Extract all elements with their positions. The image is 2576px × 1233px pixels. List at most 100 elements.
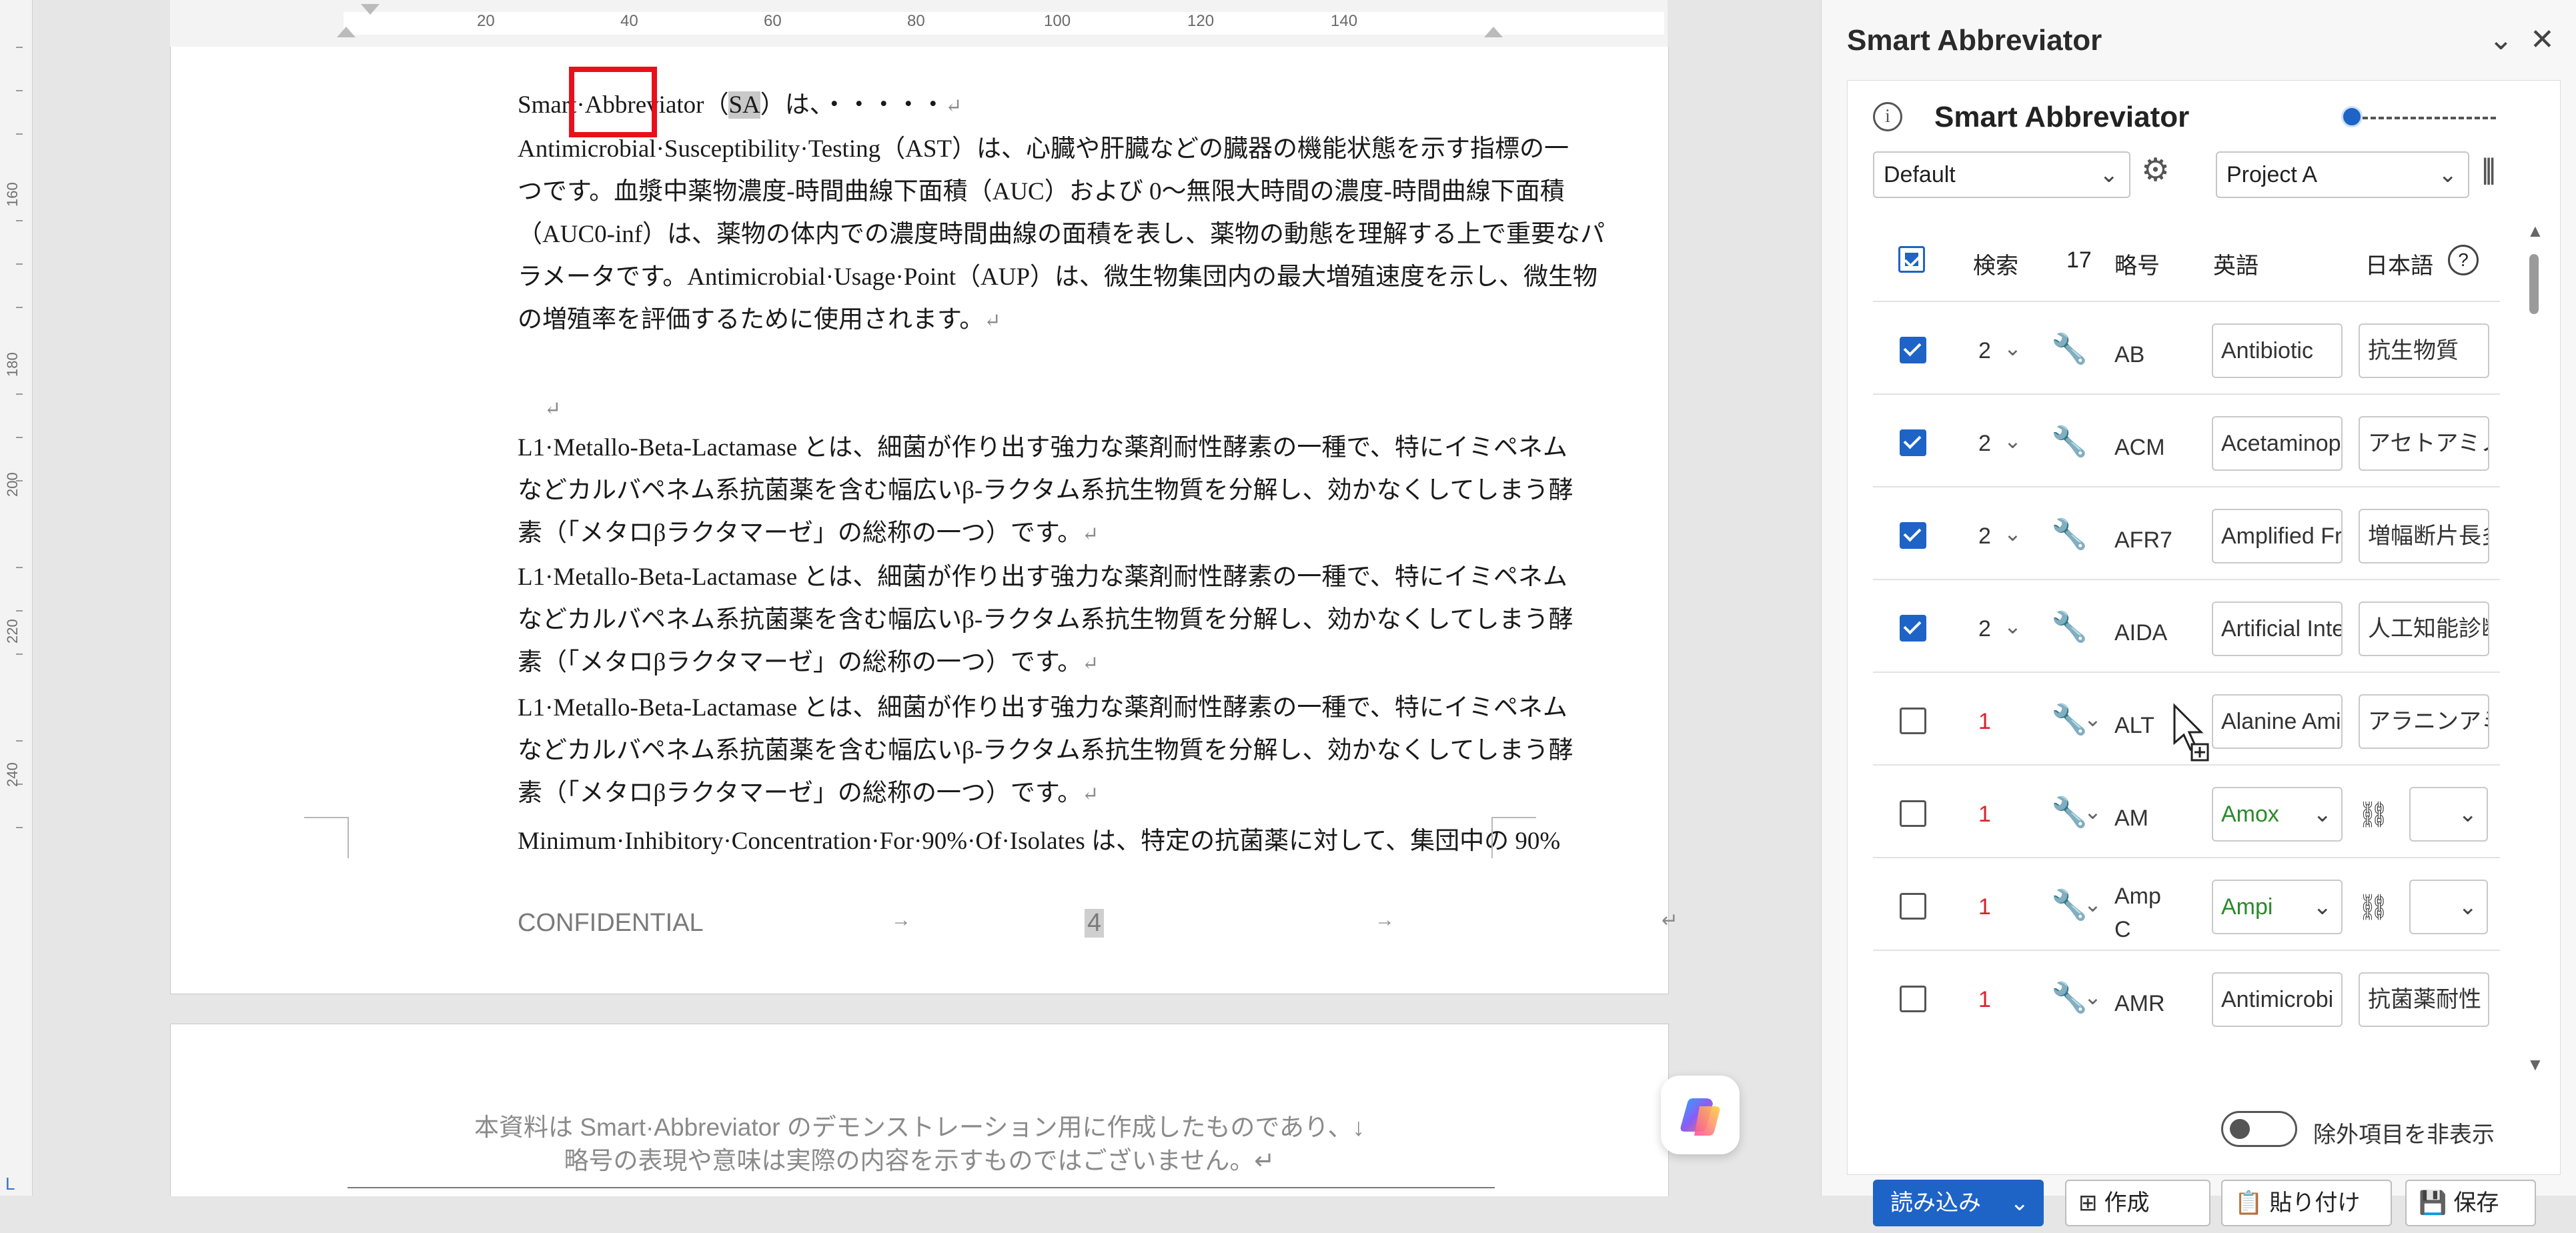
level-slider[interactable] [2341,106,2496,127]
save-button[interactable]: 💾 保存 [2405,1180,2536,1226]
wrench-icon[interactable]: 🔧 [2051,702,2088,737]
chevron-down-icon[interactable]: ⌄ [2010,1181,2030,1225]
profile-dropdown[interactable]: Default ⌄ [1873,151,2130,198]
header-abbr[interactable]: 略号 [2114,247,2160,280]
gear-icon[interactable]: ⚙ [2141,151,2170,189]
help-icon[interactable]: ? [2448,245,2479,275]
table-row[interactable]: 2 ⌄ 🔧 AIDA Artificial Inte 人工知能診断 [1873,579,2500,673]
english-input[interactable]: Antibiotic [2212,323,2343,378]
smart-abbreviator-panel[interactable]: Smart Abbreviator ⌄ ✕ i Smart Abbreviato… [1821,0,2576,1226]
header-search[interactable]: 検索 [1973,247,2018,280]
chevron-down-icon[interactable]: ⌄ [2084,984,2102,1010]
paragraph-l1[interactable]: L1·Metallo-Beta-Lactamase とは、細菌が作り出す強力な薬… [518,687,1665,815]
table-row[interactable]: 1 🔧 ⌄ Amp C Ampi ⌄ ⛓ ⌄ [1873,857,2500,951]
english-select[interactable]: Ampi ⌄ [2212,880,2343,934]
header-japanese[interactable]: 日本語 [2365,247,2433,280]
chevron-down-icon[interactable]: ⌄ [2004,613,2022,639]
document-page-2[interactable]: 本資料は Smart·Abbreviator のデモンストレーション用に作成した… [170,1024,1669,1196]
japanese-input[interactable]: 抗生物質 [2359,323,2489,378]
paragraph-ast[interactable]: Antimicrobial·Susceptibility·Testing（AST… [518,128,1665,341]
table-header: 検索 17 略号 英語 日本語 ? [1873,221,2500,301]
paragraph-l1[interactable]: L1·Metallo-Beta-Lactamase とは、細菌が作り出す強力な薬… [518,427,1665,555]
select-all-checkbox[interactable] [1898,246,1925,273]
blank-line[interactable]: ↵ [544,387,1692,431]
panel-title: Smart Abbreviator [1847,24,2102,57]
slider-knob[interactable] [2341,106,2363,127]
chevron-down-icon[interactable]: ⌄ [2084,706,2102,732]
page2-notice[interactable]: 本資料は Smart·Abbreviator のデモンストレーション用に作成した… [171,1111,1668,1178]
japanese-input[interactable]: アラニンアミ [2359,694,2489,749]
chevron-down-icon[interactable]: ⌄ [2084,892,2102,917]
row-checkbox[interactable] [1900,708,1926,734]
english-input[interactable]: Artificial Inte [2212,601,2343,656]
vertical-ruler[interactable]: 160 180 200 220 240 L [0,0,33,1196]
hruler-number: 40 [620,12,638,30]
row-checkbox[interactable] [1900,337,1926,363]
row-checkbox[interactable] [1900,615,1926,642]
paragraph-mark: ↵ [544,398,562,420]
tab-stop-marker[interactable]: L [5,1174,15,1194]
doc-line: などカルバペネム系抗菌薬を含む幅広いβ-ラクタム系抗生物質を分解し、効かなくして… [518,606,1573,634]
table-row[interactable]: 1 🔧 ⌄ AM Amox ⌄ ⛓ ⌄ [1873,764,2500,858]
wrench-icon[interactable]: 🔧 [2051,795,2088,830]
japanese-input[interactable]: アセトアミノ [2359,416,2489,471]
load-button[interactable]: 読み込み ⌄ [1873,1180,2044,1226]
paragraph-mark: ↵ [1082,523,1099,545]
english-input[interactable]: Alanine Ami [2212,694,2343,749]
first-line-indent-marker[interactable] [361,4,380,15]
paste-button[interactable]: 📋 貼り付け [2221,1180,2392,1226]
columns-icon[interactable]: ||| [2481,153,2496,186]
english-input[interactable]: Antimicrobi [2212,972,2343,1027]
row-checkbox[interactable] [1900,429,1926,456]
wrench-icon[interactable]: 🔧 [2051,888,2088,922]
wrench-icon[interactable]: 🔧 [2051,331,2088,366]
document-page[interactable]: Smart·Abbreviator（SA）は、・・・・・↵ Antimicrob… [170,47,1678,994]
wrench-icon[interactable]: 🔧 [2051,517,2088,551]
left-indent-marker[interactable] [337,27,356,37]
chevron-down-icon[interactable]: ⌄ [2489,23,2513,57]
scroll-down-icon[interactable]: ▼ [2527,1054,2544,1075]
create-button[interactable]: ⊞ 作成 [2065,1180,2210,1226]
english-select[interactable]: Amox ⌄ [2212,787,2343,842]
row-checkbox[interactable] [1900,800,1926,827]
copilot-button[interactable] [1661,1076,1740,1154]
info-icon[interactable]: i [1873,102,1902,131]
scrollbar-thumb[interactable] [2529,254,2539,314]
table-row[interactable]: 2 ⌄ 🔧 AB Antibiotic 抗生物質 [1873,301,2500,395]
close-icon[interactable]: ✕ [2530,23,2555,57]
selected-abbreviation[interactable]: SA [728,91,760,119]
chevron-down-icon[interactable]: ⌄ [2004,335,2022,361]
scroll-up-icon[interactable]: ▲ [2527,221,2544,241]
table-scrollbar[interactable]: ▲ ▼ [2527,221,2544,1074]
header-english[interactable]: 英語 [2213,247,2259,280]
japanese-input[interactable]: 人工知能診断 [2359,601,2489,656]
inner-title: Smart Abbreviator [1934,101,2190,133]
link-icon[interactable]: ⛓ [2357,800,2389,830]
doc-line-sa[interactable]: Smart·Abbreviator（SA）は、・・・・・↵ [518,84,1665,128]
english-input[interactable]: Amplified Fr [2212,509,2343,563]
table-row[interactable]: 2 ⌄ 🔧 ACM Acetaminop アセトアミノ [1873,393,2500,487]
japanese-input[interactable]: 抗菌薬耐性 [2359,972,2489,1027]
row-checkbox[interactable] [1900,893,1926,920]
chevron-down-icon[interactable]: ⌄ [2084,799,2102,824]
hide-excluded-toggle[interactable] [2221,1111,2297,1147]
wrench-icon[interactable]: 🔧 [2051,609,2088,644]
japanese-select[interactable]: ⌄ [2409,880,2488,934]
wrench-icon[interactable]: 🔧 [2051,424,2088,459]
japanese-select[interactable]: ⌄ [2409,787,2488,842]
japanese-input[interactable]: 増幅断片長多 [2359,509,2489,563]
english-input[interactable]: Acetaminop [2212,416,2343,471]
link-icon[interactable]: ⛓ [2357,893,2389,922]
chevron-down-icon[interactable]: ⌄ [2004,521,2022,546]
table-row[interactable]: 2 ⌄ 🔧 AFR7 Amplified Fr 増幅断片長多 [1873,486,2500,580]
page-footer[interactable]: CONFIDENTIAL → 4 → ↵ [518,909,1678,938]
paragraph-l1[interactable]: L1·Metallo-Beta-Lactamase とは、細菌が作り出す強力な薬… [518,556,1665,684]
chevron-down-icon[interactable]: ⌄ [2004,428,2022,453]
row-checkbox[interactable] [1900,522,1926,549]
project-dropdown[interactable]: Project A ⌄ [2216,151,2469,198]
table-row[interactable]: 1 🔧 ⌄ AMR Antimicrobi 抗菌薬耐性 [1873,950,2500,1041]
wrench-icon[interactable]: 🔧 [2051,980,2088,1015]
right-indent-marker[interactable] [1484,27,1503,37]
horizontal-ruler[interactable]: 20 40 60 80 100 120 140 [170,0,1668,47]
row-checkbox[interactable] [1900,986,1926,1012]
